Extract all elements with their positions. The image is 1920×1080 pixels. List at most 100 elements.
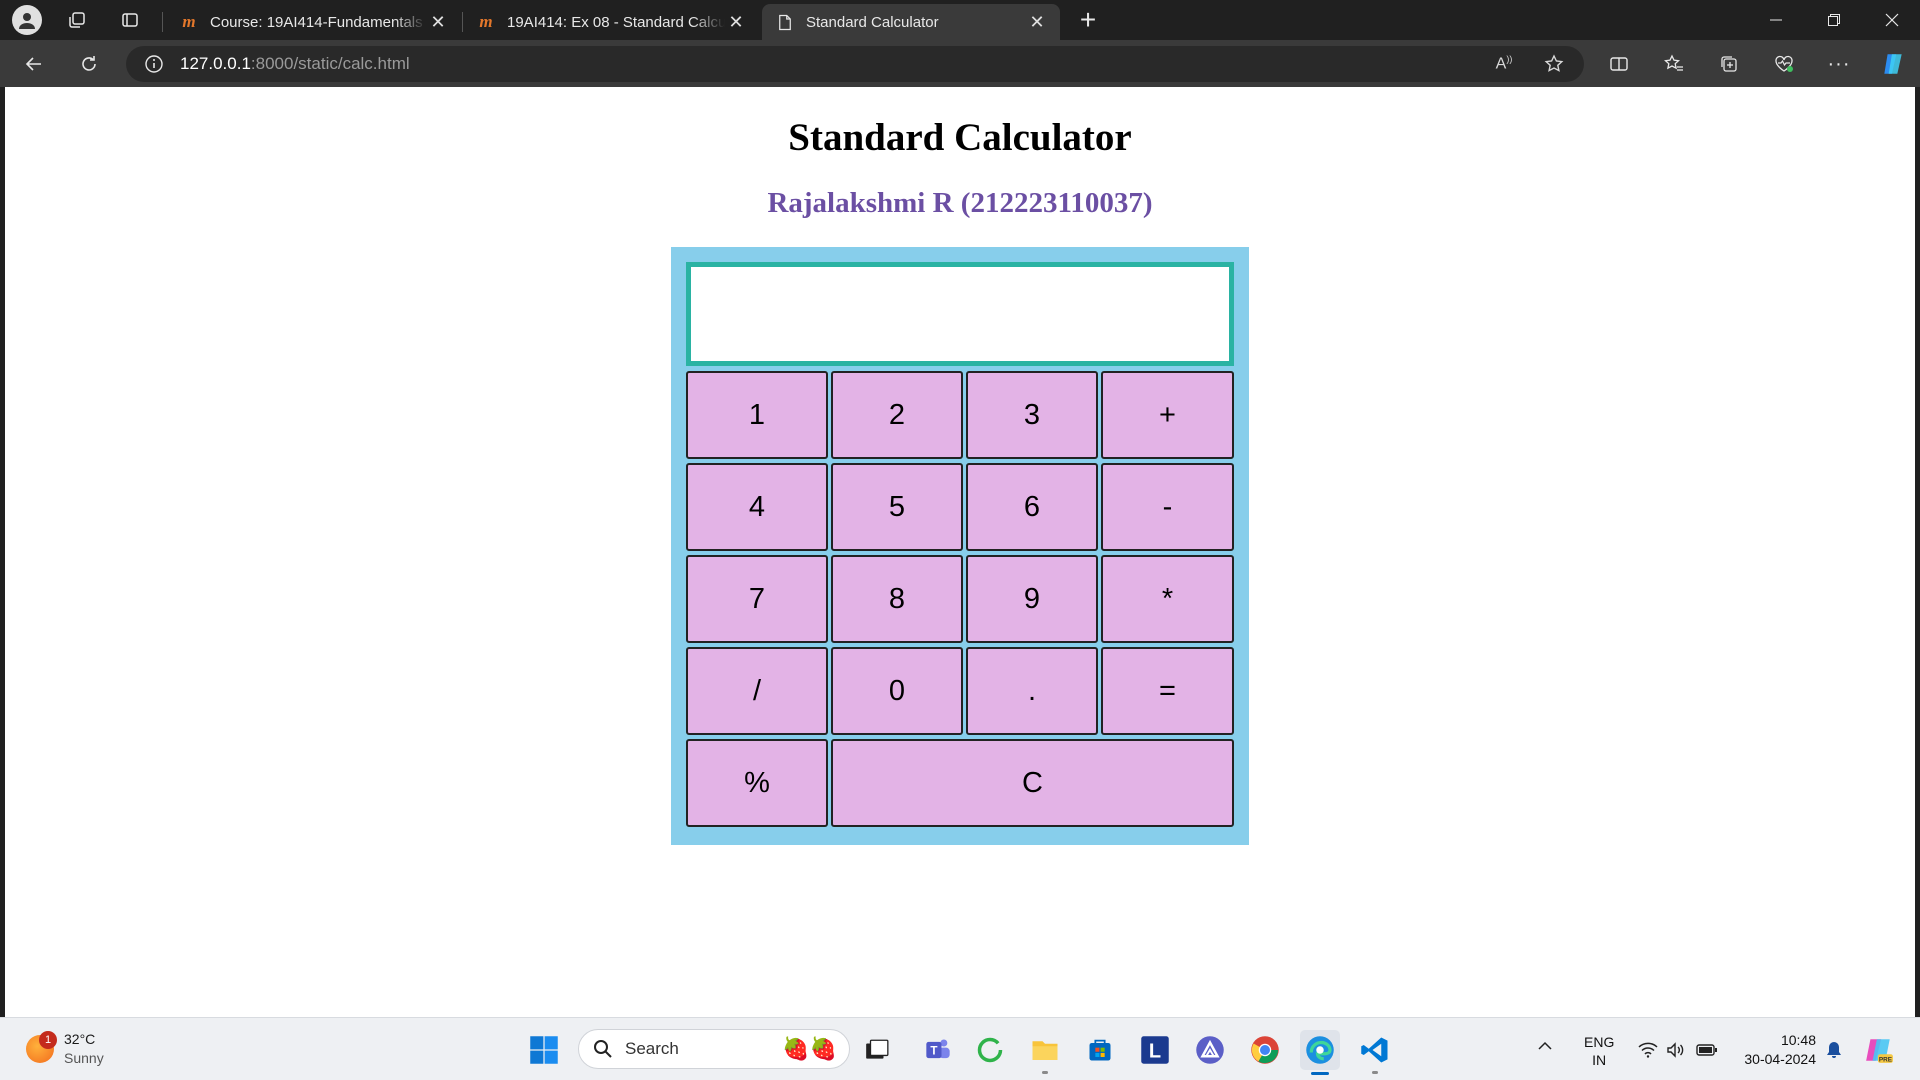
battery-icon[interactable]	[1696, 1040, 1718, 1060]
input-language[interactable]: ENG IN	[1584, 1033, 1614, 1069]
show-hidden-icons-chevron-icon[interactable]	[1538, 1038, 1552, 1054]
copilot-tray-button[interactable]: PRE	[1864, 1035, 1894, 1070]
clock-date: 30-04-2024	[1744, 1051, 1816, 1067]
folder-icon	[1032, 1041, 1058, 1060]
strawberry-icon: 🍓🍓	[782, 1036, 837, 1061]
svg-text:L: L	[1149, 1041, 1161, 1063]
system-clock[interactable]: 10:48 30-04-2024	[1736, 1031, 1816, 1069]
notification-bell-icon[interactable]	[1826, 1041, 1842, 1064]
tab-bar: m Course: 19AI414-Fundamentals of Web Ap…	[0, 0, 1920, 40]
store-app[interactable]	[1080, 1030, 1120, 1070]
profile-button[interactable]	[12, 5, 42, 35]
workspaces-button[interactable]	[62, 5, 92, 35]
tab-title: 19AI414: Ex 08 - Standard Calculator	[507, 13, 725, 31]
notification-badge: 1	[39, 1031, 57, 1049]
l-app[interactable]: L	[1135, 1030, 1175, 1070]
search-icon	[593, 1039, 615, 1059]
clock-time: 10:48	[1780, 1032, 1816, 1048]
new-tab-button[interactable]: +	[1073, 4, 1103, 35]
taskbar: 1 32°C Sunny Search 🍓🍓 T L ENG IN 10:48 …	[0, 1017, 1920, 1080]
browser-essentials-button[interactable]	[1767, 48, 1801, 80]
wifi-icon[interactable]	[1637, 1040, 1659, 1060]
tab-title: Standard Calculator	[806, 13, 939, 31]
key-clear[interactable]: C	[831, 739, 1234, 827]
tab-exercise[interactable]: m 19AI414: Ex 08 - Standard Calculator ✕	[463, 4, 759, 40]
key-percent[interactable]: %	[686, 739, 828, 827]
teams-icon: T	[926, 1039, 950, 1059]
minimize-button[interactable]	[1748, 0, 1804, 40]
collections-button[interactable]	[1712, 48, 1746, 80]
minimize-icon	[1770, 19, 1782, 21]
teams-app[interactable]: T	[918, 1030, 958, 1070]
key-divide[interactable]: /	[686, 647, 828, 735]
key-8[interactable]: 8	[831, 555, 963, 643]
key-0[interactable]: 0	[831, 647, 963, 735]
tab-course[interactable]: m Course: 19AI414-Fundamentals of Web Ap…	[166, 4, 461, 40]
edge-icon	[1306, 1036, 1334, 1064]
vscode-app[interactable]	[1355, 1030, 1395, 1074]
tab-separator	[162, 12, 163, 32]
vscode-icon	[1361, 1037, 1388, 1063]
url-text[interactable]: 127.0.0.1:8000/static/calc.html	[180, 54, 410, 74]
key-2[interactable]: 2	[831, 371, 963, 459]
back-arrow-icon	[25, 57, 41, 71]
tab-actions-button[interactable]	[115, 5, 145, 35]
vertical-tabs-icon	[122, 13, 138, 27]
tab-title: Course: 19AI414-Fundamentals of Web Appl…	[210, 13, 427, 31]
key-minus[interactable]: -	[1101, 463, 1234, 551]
tab-close-icon[interactable]: ✕	[1026, 11, 1048, 33]
star-icon	[1544, 54, 1564, 72]
key-equals[interactable]: =	[1101, 647, 1234, 735]
reload-button[interactable]	[73, 48, 105, 80]
running-indicator	[1372, 1071, 1378, 1074]
favorites-button[interactable]	[1657, 48, 1691, 80]
settings-more-button[interactable]: ···	[1822, 48, 1856, 80]
key-3[interactable]: 3	[966, 371, 1098, 459]
volume-icon[interactable]	[1665, 1040, 1687, 1060]
back-button[interactable]	[18, 48, 50, 80]
key-7[interactable]: 7	[686, 555, 828, 643]
refresh-app[interactable]	[970, 1030, 1010, 1070]
key-9[interactable]: 9	[966, 555, 1098, 643]
read-aloud-icon: A))	[1495, 54, 1513, 73]
split-screen-button[interactable]	[1602, 48, 1636, 80]
taskbar-search[interactable]: Search 🍓🍓	[578, 1029, 850, 1069]
key-decimal[interactable]: .	[966, 647, 1098, 735]
profile-icon	[12, 5, 42, 35]
tab-close-icon[interactable]: ✕	[427, 11, 449, 33]
weather-widget[interactable]: 1 32°C Sunny	[26, 1030, 104, 1068]
start-button[interactable]	[524, 1030, 564, 1070]
copilot-button[interactable]	[1876, 48, 1910, 80]
vpn-app[interactable]	[1190, 1030, 1230, 1070]
key-1[interactable]: 1	[686, 371, 828, 459]
tab-close-icon[interactable]: ✕	[725, 11, 747, 33]
search-label: Search	[625, 1039, 679, 1058]
calculator-display[interactable]	[686, 262, 1234, 366]
triangle-app-icon	[1196, 1036, 1224, 1064]
url-host: 127.0.0.1	[180, 54, 251, 73]
chrome-app[interactable]	[1245, 1030, 1285, 1070]
key-4[interactable]: 4	[686, 463, 828, 551]
moodle-icon: m	[479, 12, 493, 31]
restore-button[interactable]	[1806, 0, 1862, 40]
language-code: ENG	[1584, 1034, 1615, 1050]
site-info-icon[interactable]	[134, 54, 174, 74]
key-multiply[interactable]: *	[1101, 555, 1234, 643]
split-screen-icon	[1610, 57, 1628, 71]
key-5[interactable]: 5	[831, 463, 963, 551]
key-plus[interactable]: +	[1101, 371, 1234, 459]
close-icon	[1885, 13, 1899, 27]
file-explorer-app[interactable]	[1025, 1030, 1065, 1074]
edge-app[interactable]	[1300, 1030, 1340, 1075]
running-indicator	[1042, 1071, 1048, 1074]
page-subtitle: Rajalakshmi R (212223110037)	[767, 187, 1153, 219]
collections-icon	[1721, 56, 1737, 72]
task-view-button[interactable]	[857, 1030, 897, 1070]
key-6[interactable]: 6	[966, 463, 1098, 551]
add-favorite-button[interactable]	[1536, 46, 1572, 82]
read-aloud-button[interactable]: A))	[1486, 46, 1522, 82]
close-window-button[interactable]	[1864, 0, 1920, 40]
tab-standard-calculator[interactable]: Standard Calculator ✕	[762, 4, 1060, 40]
weather-temperature: 32°C	[64, 1031, 96, 1047]
address-bar[interactable]: 127.0.0.1:8000/static/calc.html	[126, 46, 1584, 82]
